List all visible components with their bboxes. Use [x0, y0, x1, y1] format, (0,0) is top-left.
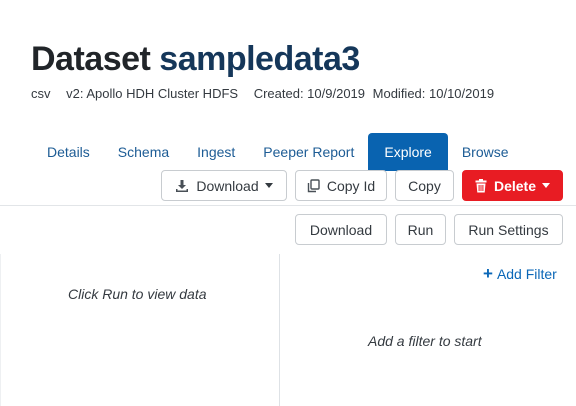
run-label: Run — [407, 221, 434, 238]
explore-download-label: Download — [309, 221, 373, 238]
tab-ingest[interactable]: Ingest — [183, 133, 249, 171]
tab-schema[interactable]: Schema — [104, 133, 183, 171]
chevron-down-icon — [264, 183, 273, 188]
download-dropdown-button[interactable]: Download — [161, 170, 287, 201]
dataset-tabs: Details Schema Ingest Peeper Report Expl… — [33, 133, 523, 171]
dataset-name: sampledata3 — [159, 40, 360, 78]
page-title: Dataset sampledata3 — [31, 40, 360, 79]
delete-dropdown-button[interactable]: Delete — [462, 170, 563, 201]
title-prefix: Dataset — [31, 40, 151, 78]
dataset-modified: Modified: 10/10/2019 — [372, 86, 495, 101]
chevron-down-icon — [542, 183, 551, 188]
run-settings-label: Run Settings — [468, 221, 549, 238]
copy-icon — [307, 178, 320, 193]
delete-label: Delete — [493, 177, 537, 194]
divider — [0, 205, 576, 206]
copy-label: Copy — [408, 177, 441, 194]
trash-icon — [475, 178, 487, 193]
download-icon — [175, 179, 189, 193]
panel-edge — [0, 254, 1, 406]
dataset-created: Created: 10/9/2019 — [253, 86, 366, 101]
dataset-version: v2: Apollo HDH Cluster HDFS — [66, 86, 239, 101]
filters-empty-hint: Add a filter to start — [368, 333, 482, 349]
copy-id-button[interactable]: Copy Id — [295, 170, 387, 201]
dataset-meta: csv v2: Apollo HDH Cluster HDFS Created:… — [31, 86, 506, 101]
tab-details[interactable]: Details — [33, 133, 104, 171]
add-filter-link[interactable]: + Add Filter — [483, 264, 557, 283]
tab-browse[interactable]: Browse — [448, 133, 523, 171]
copy-button[interactable]: Copy — [395, 170, 454, 201]
download-label: Download — [196, 177, 259, 194]
panel-divider — [279, 254, 280, 406]
plus-icon: + — [483, 264, 493, 283]
explore-download-button[interactable]: Download — [295, 214, 387, 245]
tab-peeper-report[interactable]: Peeper Report — [249, 133, 368, 171]
run-button[interactable]: Run — [395, 214, 446, 245]
dataset-format: csv — [31, 86, 51, 101]
dataset-page: Dataset sampledata3 csv v2: Apollo HDH C… — [0, 0, 576, 406]
tab-explore[interactable]: Explore — [368, 133, 448, 171]
copy-id-label: Copy Id — [326, 177, 376, 194]
run-settings-button[interactable]: Run Settings — [454, 214, 563, 245]
results-empty-hint: Click Run to view data — [68, 286, 207, 302]
add-filter-label: Add Filter — [496, 266, 557, 282]
